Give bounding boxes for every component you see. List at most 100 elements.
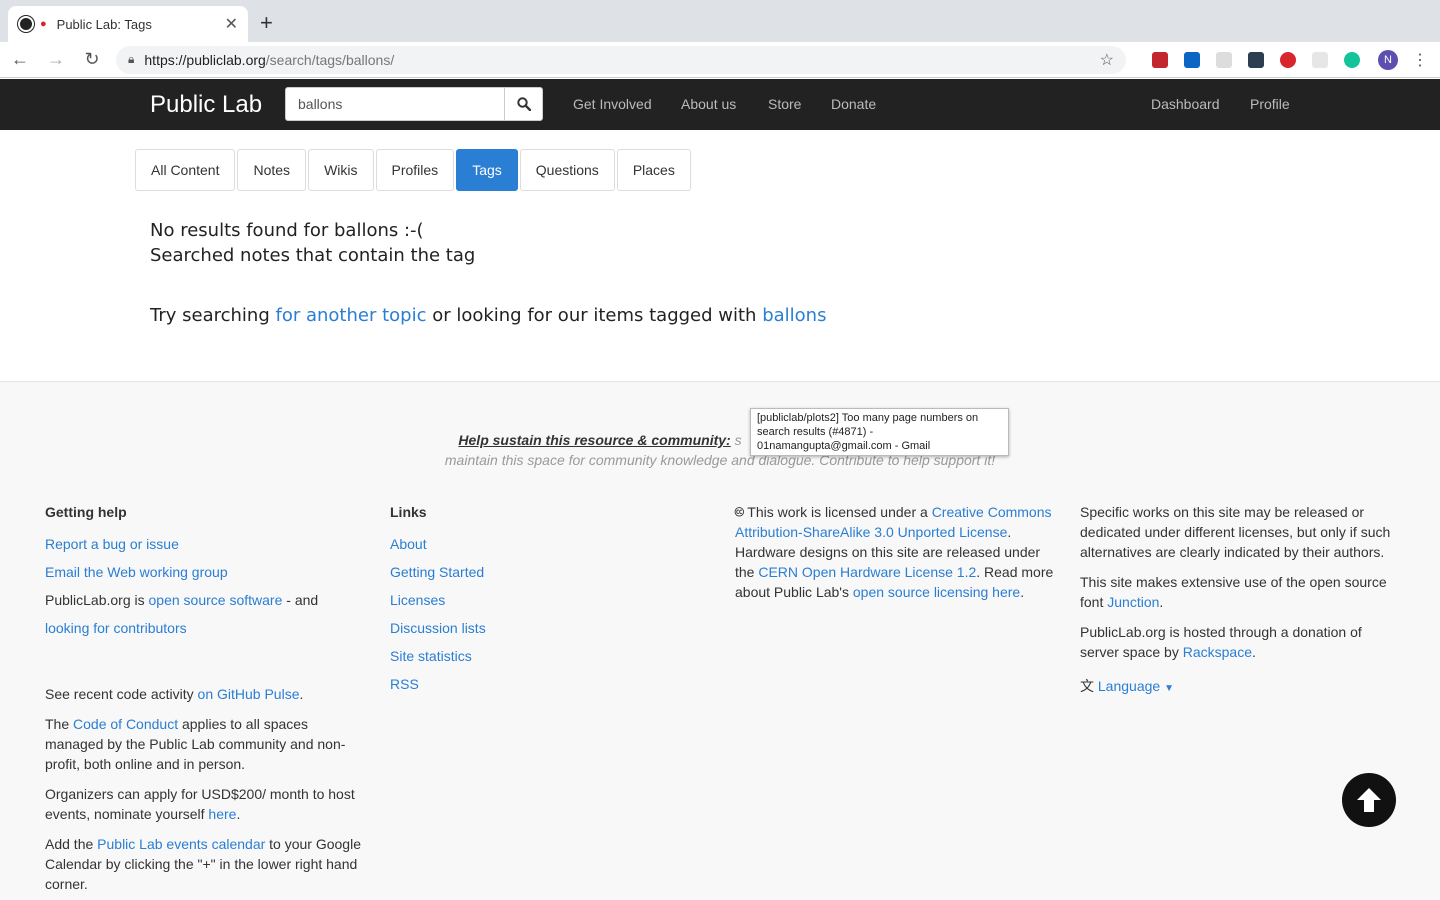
menu-dots-icon[interactable]: ⋮	[1412, 50, 1428, 70]
footer-link-getting-started[interactable]: Getting Started	[390, 562, 710, 582]
license-t1: This work is licensed under a	[743, 504, 932, 520]
footer-links: Links About Getting Started Licenses Dis…	[390, 502, 710, 702]
junction-link[interactable]: Junction	[1107, 594, 1159, 610]
try-prefix: Try searching	[150, 305, 276, 326]
arrow-up-icon	[1357, 788, 1381, 812]
search-input[interactable]	[285, 87, 505, 121]
brand-logo[interactable]: Public Lab	[150, 91, 262, 119]
coc-text: The Code of Conduct applies to all space…	[45, 714, 365, 774]
junction-text: This site makes extensive use of the ope…	[1080, 572, 1400, 612]
links-heading: Links	[390, 504, 427, 520]
footer-link-discussion-lists[interactable]: Discussion lists	[390, 618, 710, 638]
oss-text: PublicLab.org is open source software - …	[45, 590, 365, 610]
language-label[interactable]: Language	[1098, 678, 1160, 694]
address-bar[interactable]: 🔒︎ https://publiclab.org /search/tags/ba…	[116, 45, 1126, 74]
close-tab-icon[interactable]: ✕	[225, 14, 238, 34]
code-of-conduct-link[interactable]: Code of Conduct	[73, 716, 178, 732]
sustain-link[interactable]: Help sustain this resource & community:	[458, 432, 730, 448]
email-web-group-link[interactable]: Email the Web working group	[45, 562, 365, 582]
license-t4: .	[1020, 584, 1025, 600]
extension-icon[interactable]	[1152, 51, 1168, 68]
footer-link-rss[interactable]: RSS	[390, 674, 710, 694]
another-topic-link[interactable]: for another topic	[275, 305, 426, 326]
rackspace-link[interactable]: Rackspace	[1183, 644, 1252, 660]
grammarly-extension-icon[interactable]	[1344, 51, 1360, 68]
try-searching-message: Try searching for another topic or looki…	[150, 305, 826, 326]
new-tab-button[interactable]: +	[260, 10, 273, 36]
translate-icon: 文	[1080, 678, 1094, 694]
nominate-here-link[interactable]: here	[208, 806, 236, 822]
pulse-prefix: See recent code activity	[45, 686, 198, 702]
browser-tabstrip: ● Public Lab: Tags ✕ +	[0, 0, 1440, 42]
reload-icon[interactable]: ↻	[76, 49, 108, 70]
pulse-suffix: .	[299, 686, 304, 702]
tab-tags[interactable]: Tags	[456, 149, 518, 191]
url-path: /search/tags/ballons/	[265, 51, 395, 68]
tab-questions[interactable]: Questions	[519, 149, 615, 191]
browser-tab[interactable]: ● Public Lab: Tags ✕	[8, 6, 248, 42]
try-middle: or looking for our items tagged with	[426, 305, 763, 326]
oss-prefix: PublicLab.org is	[45, 592, 149, 608]
site-navbar: Public Lab Get Involved About us Store D…	[0, 79, 1440, 130]
extension-icon[interactable]	[1312, 51, 1328, 68]
cal-prefix: Add the	[45, 836, 98, 852]
tab-places[interactable]: Places	[616, 149, 691, 191]
tab-title: Public Lab: Tags	[56, 16, 152, 32]
calendar-text: Add the Public Lab events calendar to yo…	[45, 834, 365, 894]
licensing-here-link[interactable]: open source licensing here	[853, 584, 1020, 600]
github-pulse-link[interactable]: on GitHub Pulse	[198, 686, 300, 702]
open-source-software-link[interactable]: open source software	[149, 592, 283, 608]
tag-ballons-link[interactable]: ballons	[762, 305, 826, 326]
url-host: https://publiclab.org	[144, 51, 266, 68]
bookmark-star-icon[interactable]: ☆	[1100, 50, 1114, 70]
specific-works-text: Specific works on this site may be relea…	[1080, 504, 1391, 560]
search-icon	[516, 97, 531, 111]
getting-help-heading: Getting help	[45, 504, 127, 520]
nav-donate[interactable]: Donate	[831, 96, 876, 112]
p2-suffix: .	[1159, 594, 1164, 610]
forward-arrow-icon[interactable]: →	[40, 49, 72, 70]
looking-for-contributors-link[interactable]: looking for contributors	[45, 618, 365, 638]
coc-prefix: The	[45, 716, 74, 732]
browser-toolbar: ← → ↻ 🔒︎ https://publiclab.org /search/t…	[0, 42, 1440, 78]
balloon-icon: ●	[40, 18, 47, 30]
report-bug-link[interactable]: Report a bug or issue	[45, 534, 365, 554]
footer-getting-help: Getting help Report a bug or issue Email…	[45, 502, 365, 894]
tab-wikis[interactable]: Wikis	[308, 149, 374, 191]
footer-link-licenses[interactable]: Licenses	[390, 590, 710, 610]
searched-message: Searched notes that contain the tag	[150, 245, 476, 266]
back-arrow-icon[interactable]: ←	[4, 49, 36, 70]
events-calendar-link[interactable]: Public Lab events calendar	[97, 836, 265, 852]
nav-store[interactable]: Store	[768, 96, 801, 112]
nav-profile[interactable]: Profile	[1250, 96, 1290, 112]
nav-about-us[interactable]: About us	[681, 96, 736, 112]
tab-notes[interactable]: Notes	[237, 149, 307, 191]
nav-dashboard[interactable]: Dashboard	[1151, 96, 1220, 112]
organizers-text: Organizers can apply for USD$200/ month …	[45, 784, 365, 824]
cc-icon: 🅭	[735, 504, 744, 520]
extension-icon[interactable]	[1280, 51, 1296, 68]
tooltip: [publiclab/plots2] Too many page numbers…	[750, 408, 1009, 456]
search-button[interactable]	[504, 87, 543, 121]
search-type-tabs: All Content Notes Wikis Profiles Tags Qu…	[135, 149, 693, 191]
rackspace-text: PublicLab.org is hosted through a donati…	[1080, 622, 1400, 662]
tab-profiles[interactable]: Profiles	[375, 149, 455, 191]
tab-all-content[interactable]: All Content	[135, 149, 236, 191]
language-dropdown[interactable]: 文 Language ▼	[1080, 676, 1400, 699]
sustain-rest: s	[730, 432, 742, 448]
lock-icon: 🔒︎	[128, 52, 135, 66]
p3-suffix: .	[1251, 644, 1256, 660]
scroll-to-top-button[interactable]	[1342, 773, 1396, 827]
oss-suffix: - and	[282, 592, 319, 608]
nav-get-involved[interactable]: Get Involved	[573, 96, 652, 112]
cern-license-link[interactable]: CERN Open Hardware License 1.2	[758, 564, 976, 580]
footer-link-site-statistics[interactable]: Site statistics	[390, 646, 710, 666]
sustain-banner: Help sustain this resource & community: …	[0, 430, 1440, 470]
extension-icon[interactable]	[1248, 51, 1264, 68]
linkedin-extension-icon[interactable]	[1184, 51, 1200, 68]
site-footer: Help sustain this resource & community: …	[0, 381, 1440, 900]
profile-avatar[interactable]: N	[1378, 49, 1398, 70]
extension-icon[interactable]	[1216, 51, 1232, 68]
sustain-line2: maintain this space for community knowle…	[444, 452, 996, 468]
footer-link-about[interactable]: About	[390, 534, 710, 554]
